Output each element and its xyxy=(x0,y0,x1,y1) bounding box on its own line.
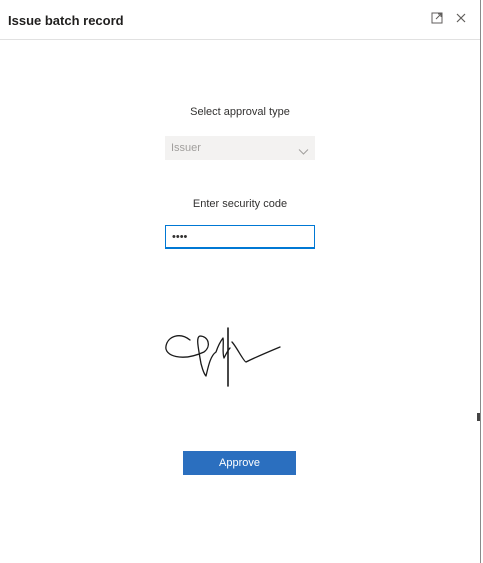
security-code-label: Enter security code xyxy=(192,198,288,210)
close-icon[interactable] xyxy=(455,12,469,26)
signature-image xyxy=(160,322,285,393)
expand-icon[interactable] xyxy=(431,12,445,26)
security-code-input[interactable] xyxy=(165,225,315,249)
approval-type-value: Issuer xyxy=(171,142,201,154)
window-edge-marker xyxy=(477,413,480,421)
dialog-titlebar: Issue batch record xyxy=(0,0,480,40)
chevron-down-icon xyxy=(298,143,309,161)
issue-batch-record-dialog: Issue batch record Select approval type … xyxy=(0,0,481,563)
approval-type-label: Select approval type xyxy=(190,106,290,118)
approval-type-select[interactable]: Issuer xyxy=(165,136,315,160)
approve-button[interactable]: Approve xyxy=(183,451,296,475)
dialog-title: Issue batch record xyxy=(8,13,124,28)
